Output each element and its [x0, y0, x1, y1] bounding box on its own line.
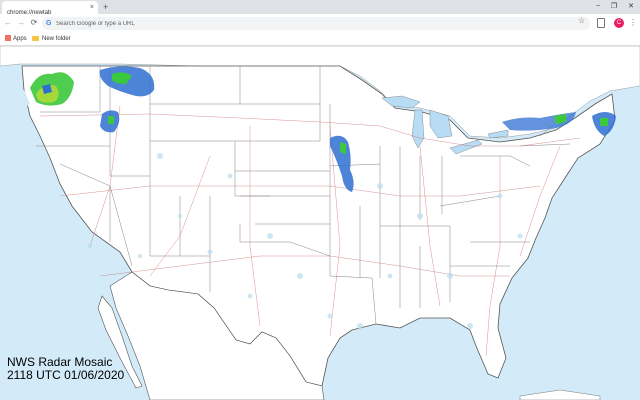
apps-label: Apps	[13, 36, 27, 42]
extension-icon[interactable]	[597, 18, 605, 28]
menu-icon[interactable]: ⋮	[629, 17, 637, 29]
profile-avatar[interactable]: C	[614, 18, 624, 28]
apps-grid-icon	[5, 35, 11, 41]
bookmark-apps[interactable]: Apps	[5, 33, 27, 45]
radar-map	[0, 46, 640, 400]
toolbar: ← → ⟳ G ☆ C ⋮	[0, 14, 640, 33]
back-icon[interactable]: ←	[2, 17, 14, 29]
maximize-icon[interactable]: ❐	[607, 0, 621, 13]
bookmark-new-folder[interactable]: New folder	[32, 33, 71, 45]
radar-echo-idaho-core	[108, 116, 114, 124]
omnibox[interactable]: G	[42, 17, 590, 30]
tab-newtab[interactable]: chrome://newtab ×	[2, 1, 98, 16]
forward-icon[interactable]: →	[15, 17, 27, 29]
minimize-icon[interactable]: −	[591, 0, 605, 13]
bookmarks-bar: Apps New folder	[0, 33, 640, 46]
close-tab-icon[interactable]: ×	[90, 1, 94, 14]
radar-echo-new-england-core	[600, 118, 608, 126]
window-close-icon[interactable]: ✕	[624, 0, 638, 13]
radar-echo-upper-midwest-core	[340, 142, 346, 154]
map-title: NWS Radar Mosaic	[7, 355, 113, 369]
reload-icon[interactable]: ⟳	[28, 17, 40, 29]
radar-map-page: NWS Radar Mosaic 2118 UTC 01/06/2020	[0, 46, 640, 400]
new-tab-icon[interactable]: +	[103, 0, 108, 14]
bookmark-star-icon[interactable]: ☆	[578, 16, 585, 26]
tab-strip: chrome://newtab × + − ❐ ✕	[0, 0, 640, 16]
map-timestamp: 2118 UTC 01/06/2020	[7, 368, 125, 382]
folder-icon	[32, 35, 39, 41]
address-bar-input[interactable]	[56, 17, 576, 30]
folder-label: New folder	[42, 36, 71, 42]
google-g-icon: G	[46, 20, 52, 27]
